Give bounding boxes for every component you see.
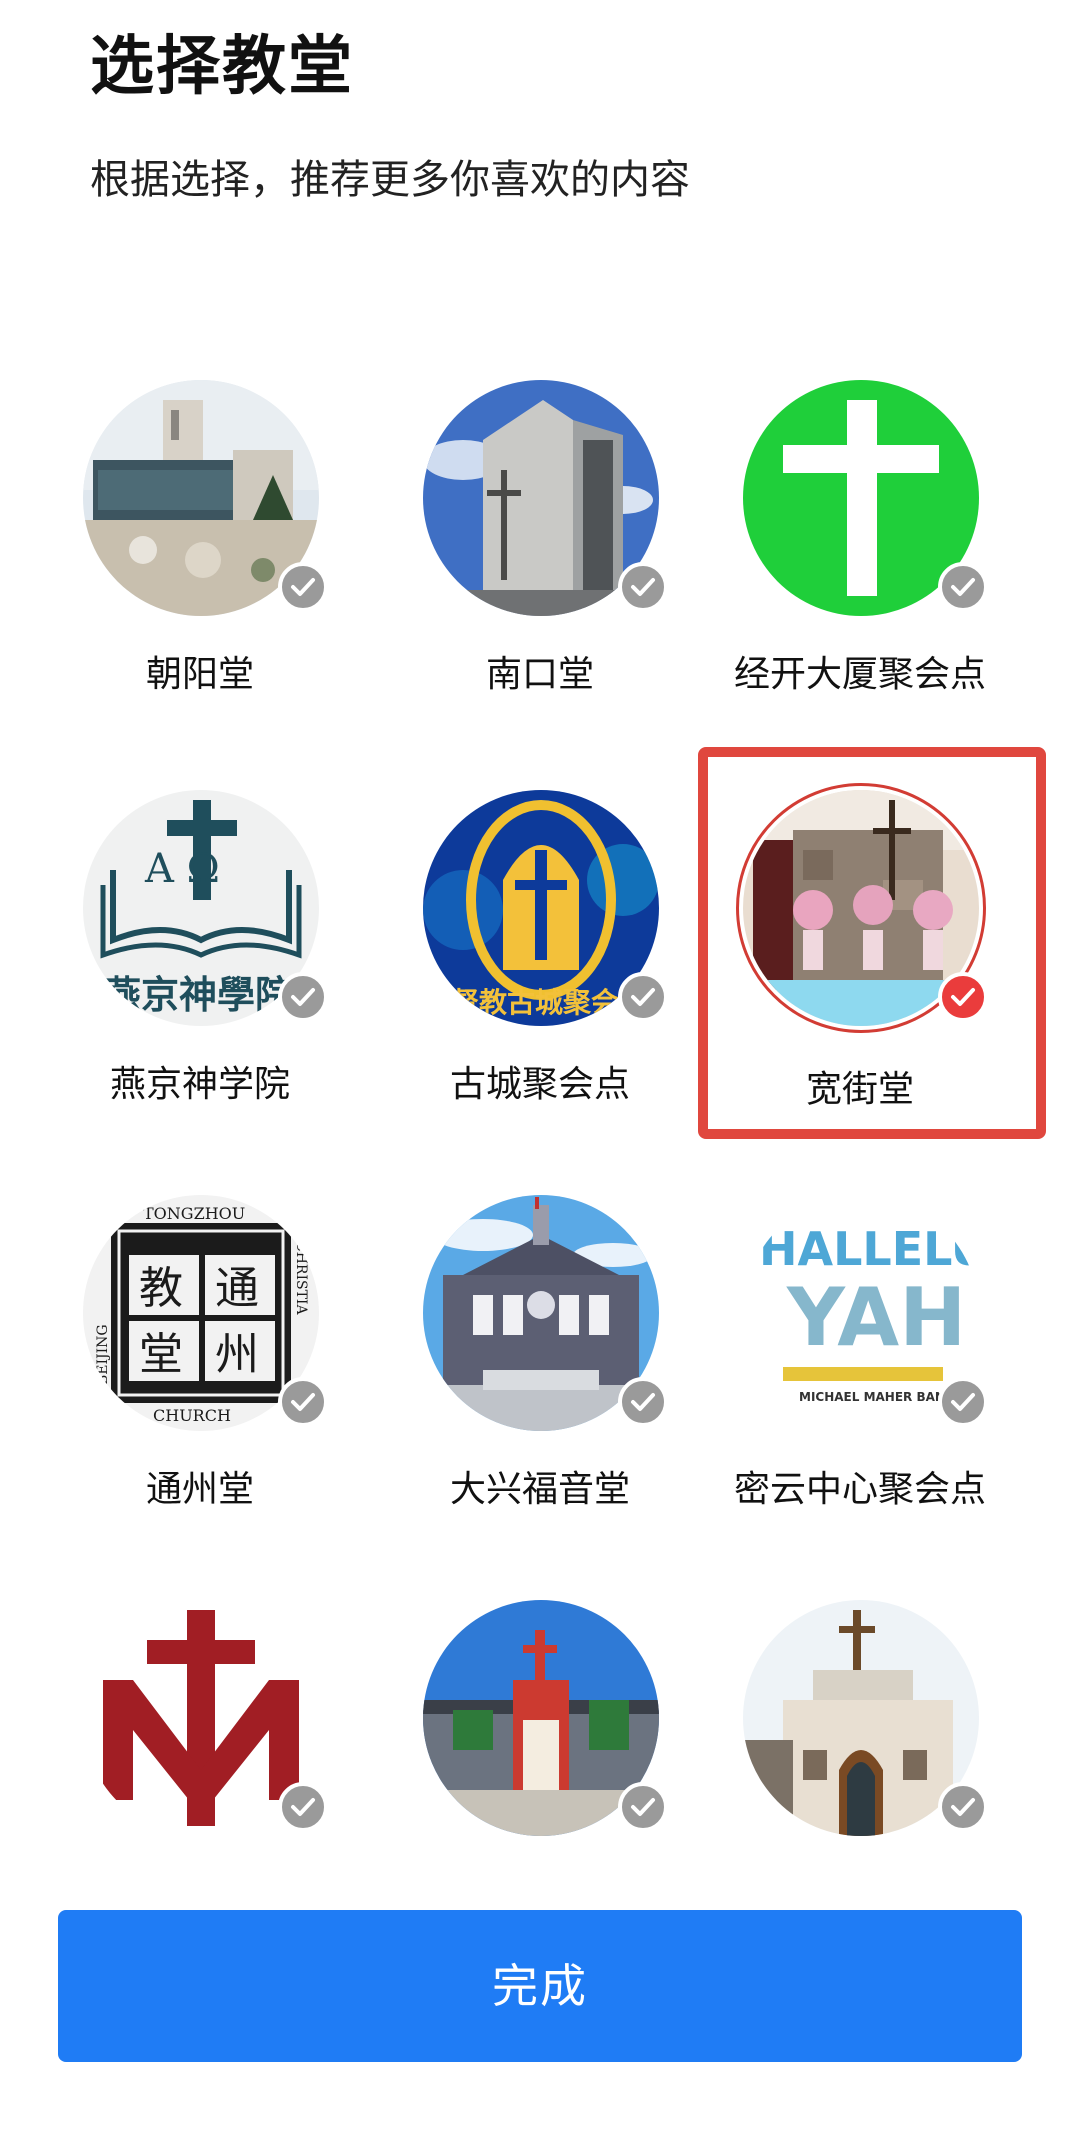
church-label: 密云中心聚会点	[733, 1469, 986, 1510]
church-label: 燕京神学院	[109, 1064, 290, 1105]
check-icon	[618, 562, 668, 612]
seminary-letters: A Ω	[144, 846, 220, 892]
check-icon	[618, 972, 668, 1022]
seminary-text: 燕京神學院	[103, 973, 293, 1017]
hallelujah-bottom: YAH	[786, 1271, 966, 1364]
check-icon	[618, 1377, 668, 1427]
check-icon	[278, 972, 328, 1022]
gucheng-text: 基督教古城聚会	[423, 986, 619, 1019]
check-icon	[938, 1782, 988, 1832]
church-label: 南口堂	[485, 654, 594, 695]
check-icon	[278, 1782, 328, 1832]
page-title: 选择教堂	[90, 30, 354, 104]
check-icon	[278, 562, 328, 612]
page-subtitle: 根据选择，推荐更多你喜欢的内容	[90, 157, 690, 203]
tongzhou-left: BEIJING	[95, 1324, 111, 1385]
tongzhou-right: CHRISTIA	[293, 1241, 309, 1315]
church-label: 古城聚会点	[449, 1064, 630, 1105]
tongzhou-char: 通	[215, 1263, 259, 1314]
check-icon	[938, 562, 988, 612]
tongzhou-top: TONGZHOU	[143, 1204, 245, 1223]
church-label: 通州堂	[145, 1469, 254, 1510]
tongzhou-bottom: CHURCH	[153, 1406, 231, 1425]
church-label: 朝阳堂	[145, 654, 254, 695]
hallelujah-top: HALLELU	[759, 1222, 979, 1276]
hallelujah-band: MICHAEL MAHER BAND	[799, 1390, 955, 1404]
check-icon	[278, 1377, 328, 1427]
done-button[interactable]: 完成	[58, 1910, 1022, 2062]
check-icon	[938, 1377, 988, 1427]
church-label: 经开大厦聚会点	[733, 654, 986, 695]
tongzhou-char: 教	[139, 1263, 183, 1314]
selected-highlight-frame	[698, 747, 1046, 1139]
check-icon	[618, 1782, 668, 1832]
tongzhou-char: 州	[215, 1329, 259, 1380]
tongzhou-char: 堂	[139, 1329, 183, 1380]
church-label: 大兴福音堂	[449, 1469, 630, 1510]
